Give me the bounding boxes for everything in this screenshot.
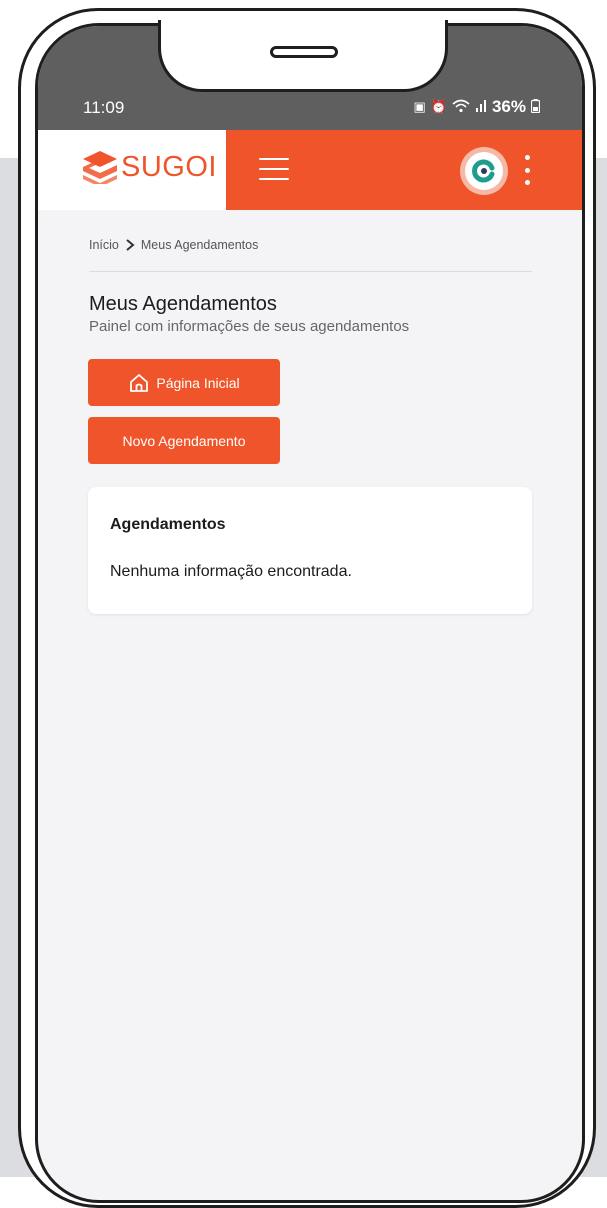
avatar[interactable] [460, 147, 508, 195]
new-appointment-button-label: Novo Agendamento [122, 432, 246, 449]
more-vertical-icon[interactable] [523, 155, 531, 185]
menu-icon[interactable] [259, 158, 289, 180]
home-icon [130, 373, 149, 392]
alarm-icon: ⏰ [430, 99, 447, 114]
breadcrumb-current: Meus Agendamentos [140, 238, 259, 252]
card-title: Agendamentos [110, 516, 226, 533]
signal-icon [475, 99, 487, 116]
appointments-card: Agendamentos Nenhuma informação encontra… [88, 487, 532, 614]
wifi-icon [452, 99, 470, 116]
chevron-right-icon [126, 239, 135, 251]
home-page-button[interactable]: Página Inicial [88, 359, 280, 406]
avatar-icon [465, 152, 503, 190]
battery-text: 36% [491, 97, 526, 116]
empty-state-text: Nenhuma informação encontrada. [110, 563, 352, 580]
page-subtitle: Painel com informações de seus agendamen… [89, 318, 410, 335]
logo[interactable]: SUGOI [81, 150, 217, 184]
home-page-button-label: Página Inicial [156, 374, 240, 391]
logo-mark-icon [83, 151, 117, 184]
breadcrumb-home[interactable]: Início [89, 238, 119, 252]
notification-icon: ▣ [413, 99, 426, 114]
battery-icon [530, 98, 541, 116]
status-icons: ▣ ⏰ 36% [413, 97, 541, 117]
breadcrumb: Início Meus Agendamentos [89, 238, 258, 252]
logo-text: SUGOI [121, 150, 217, 183]
new-appointment-button[interactable]: Novo Agendamento [88, 417, 280, 464]
phone-speaker [270, 46, 338, 58]
page-title: Meus Agendamentos [89, 293, 277, 315]
phone-screen: 11:09 ▣ ⏰ 36% SUGOI Início Meus Agendame… [35, 23, 585, 1203]
divider [89, 271, 532, 272]
status-time: 11:09 [83, 98, 125, 117]
